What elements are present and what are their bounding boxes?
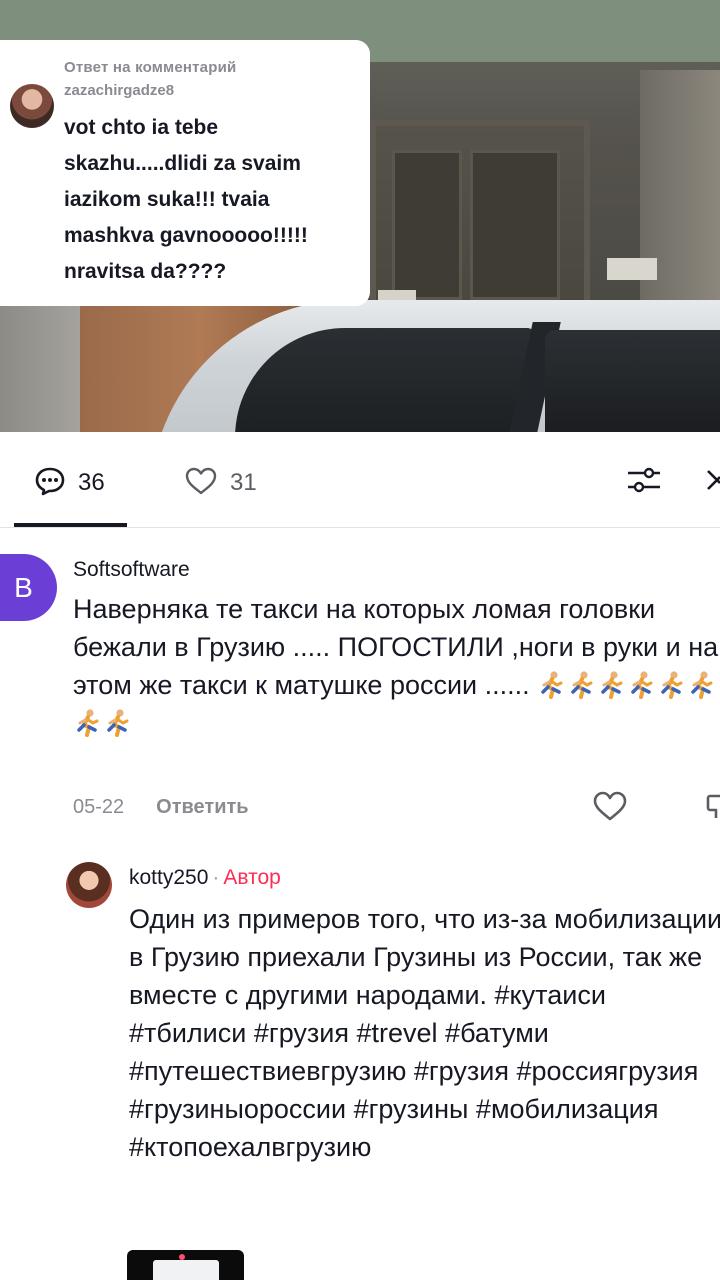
comments-count: 36 <box>78 469 105 496</box>
reply-sticker-text: vot chto ia tebe skazhu.....dlidi za sva… <box>64 110 364 290</box>
comment-dislike-button[interactable] <box>706 790 720 827</box>
runner-emoji-icon <box>571 671 593 699</box>
comment-date: 05-22 <box>73 796 125 818</box>
reply-button[interactable]: Ответить <box>156 796 248 819</box>
comment-header: kotty250 · Автор <box>129 866 281 890</box>
avatar[interactable]: B <box>0 554 57 621</box>
comment-username[interactable]: kotty250 <box>129 866 208 889</box>
filter-icon[interactable] <box>626 466 662 499</box>
like-button[interactable]: 31 <box>184 466 257 501</box>
reply-sticker-header: Ответ на комментарий <box>64 59 237 76</box>
comment-text: Один из примеров того, что из-за мобилиз… <box>129 904 720 1162</box>
reply-sticker-line: mashkva gavnooooo!!!!! <box>64 224 308 247</box>
reply-sticker-username: zazachirgadze8 <box>64 82 175 99</box>
video-scene-car-window <box>545 330 720 432</box>
close-icon[interactable] <box>706 467 720 498</box>
reply-sticker-line: iazikom suka!!! tvaia <box>64 188 270 211</box>
reply-sticker-line: nravitsa da???? <box>64 260 227 283</box>
avatar <box>10 84 54 128</box>
video-scene-wall <box>640 70 720 330</box>
comment-like-button[interactable] <box>592 790 628 827</box>
avatar[interactable] <box>66 862 112 908</box>
video-scene-door-panel <box>470 150 560 300</box>
tab-comments[interactable]: 36 <box>34 466 105 501</box>
comment-username[interactable]: Softsoftware <box>73 558 190 582</box>
runner-emoji-icon <box>601 671 623 699</box>
comment-icon <box>34 466 66 501</box>
reply-sticker-line: skazhu.....dlidi za svaim <box>64 152 301 175</box>
reply-sticker-line: vot chto ia tebe <box>64 116 219 139</box>
video-scene-notice <box>607 258 657 280</box>
runner-emoji-icon <box>661 671 683 699</box>
video-scene-door-panel <box>392 150 462 300</box>
reply-to-comment-sticker[interactable]: Ответ на комментарий zazachirgadze8 vot … <box>0 40 370 306</box>
heart-icon <box>593 791 627 821</box>
runner-emoji-icon <box>541 671 563 699</box>
comment-text: Наверняка те такси на которых ломая голо… <box>73 590 720 742</box>
heart-icon <box>184 466 218 501</box>
runner-emoji-icon <box>107 709 129 737</box>
separator: · <box>212 866 220 889</box>
thumbnail-dot <box>179 1254 185 1260</box>
runner-emoji-icon <box>691 671 713 699</box>
comment-meta: 05-22 Ответить <box>73 796 249 819</box>
thumbnail-preview <box>153 1260 219 1280</box>
active-tab-indicator <box>14 523 127 527</box>
runner-emoji-icon <box>631 671 653 699</box>
video-thumbnail[interactable] <box>127 1250 244 1280</box>
author-badge: Автор <box>223 866 281 889</box>
likes-count: 31 <box>230 469 257 496</box>
video-scene-wall <box>0 300 90 432</box>
dislike-icon <box>706 794 720 818</box>
comments-action-bar: 36 31 <box>0 432 720 528</box>
runner-emoji-icon <box>77 709 99 737</box>
